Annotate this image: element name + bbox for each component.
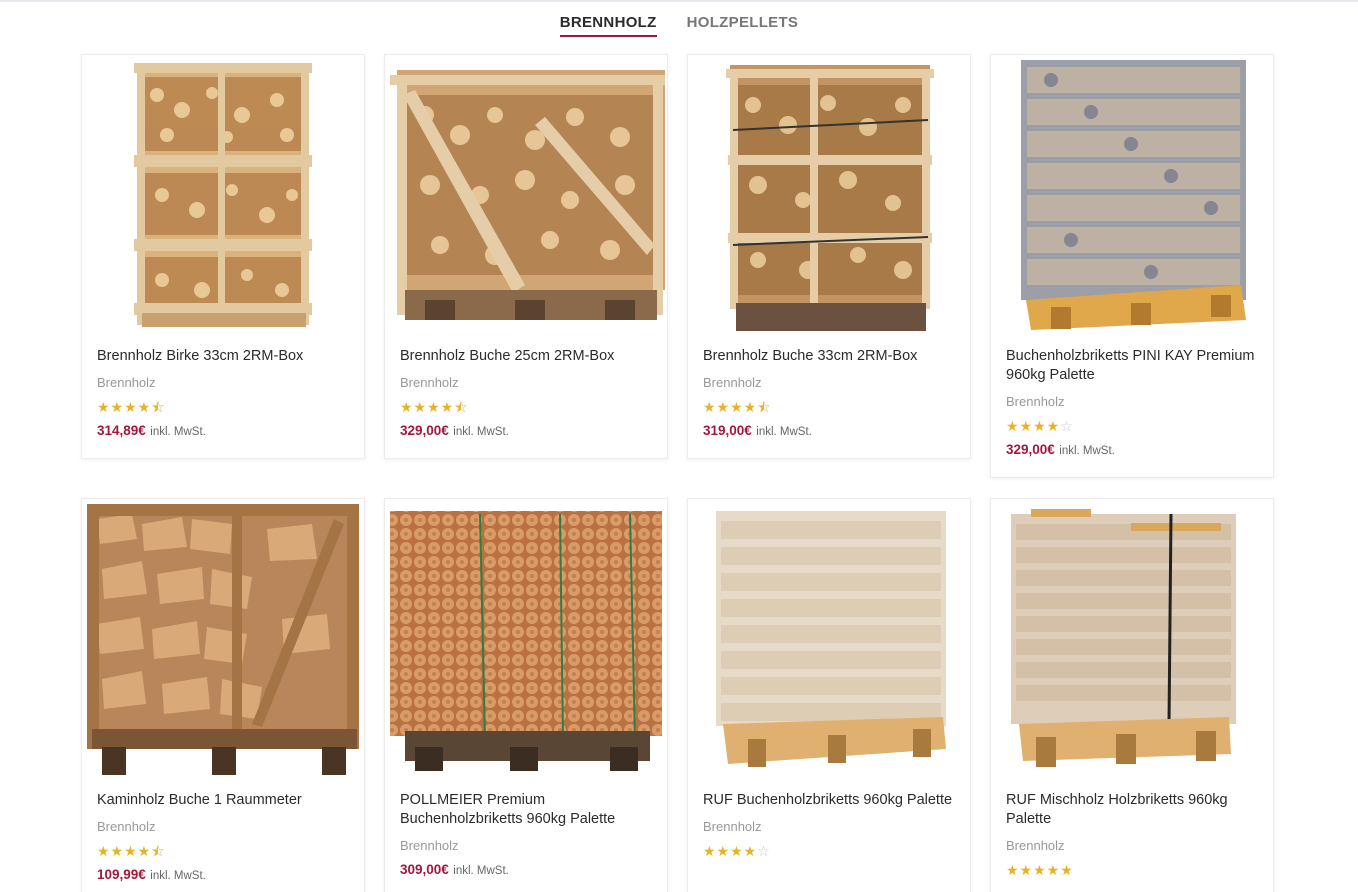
product-category[interactable]: Brennholz [703, 818, 955, 836]
top-divider [0, 0, 1358, 2]
category-tabs: BRENNHOLZ HOLZPELLETS [0, 14, 1358, 37]
rating-stars: ★★★★★ [1006, 862, 1074, 878]
product-image[interactable] [688, 55, 970, 335]
product-category[interactable]: Brennholz [703, 374, 955, 392]
product-price: 309,00€ inkl. MwSt. [400, 862, 509, 877]
product-price: 329,00€ inkl. MwSt. [400, 423, 509, 438]
product-price: 329,00€ inkl. MwSt. [1006, 442, 1115, 457]
product-category[interactable]: Brennholz [97, 818, 349, 836]
product-title[interactable]: Brennholz Birke 33cm 2RM-Box [97, 347, 349, 366]
product-title[interactable]: Kaminholz Buche 1 Raummeter [97, 791, 349, 810]
rating-stars: ★★★★☆ [703, 843, 771, 859]
product-card[interactable]: RUF Mischholz Holzbriketts 960kg Palette… [990, 498, 1274, 892]
product-title[interactable]: Brennholz Buche 25cm 2RM-Box [400, 347, 652, 366]
product-category[interactable]: Brennholz [400, 374, 652, 392]
rating-stars: ★★★★⯪ [97, 843, 166, 859]
product-card[interactable]: Brennholz Buche 25cm 2RM-Box Brennholz ★… [384, 54, 668, 459]
product-title[interactable]: RUF Buchenholzbriketts 960kg Palette [703, 791, 955, 810]
product-image[interactable] [82, 55, 364, 335]
product-card[interactable]: POLLMEIER Premium Buchenholzbriketts 960… [384, 498, 668, 892]
tab-brennholz[interactable]: BRENNHOLZ [559, 14, 657, 37]
product-card[interactable]: RUF Buchenholzbriketts 960kg Palette Bre… [687, 498, 971, 892]
product-category[interactable]: Brennholz [1006, 837, 1258, 855]
product-card[interactable]: Kaminholz Buche 1 Raummeter Brennholz ★★… [81, 498, 365, 892]
rating-stars: ★★★★☆ [1006, 418, 1074, 434]
product-category[interactable]: Brennholz [1006, 393, 1258, 411]
product-price: 314,89€ inkl. MwSt. [97, 423, 206, 438]
rating-stars: ★★★★⯪ [400, 399, 469, 415]
rating-stars: ★★★★⯪ [97, 399, 166, 415]
product-card[interactable]: Brennholz Buche 33cm 2RM-Box Brennholz ★… [687, 54, 971, 459]
product-price: 109,99€ inkl. MwSt. [97, 867, 206, 882]
product-image[interactable] [385, 55, 667, 335]
tab-holzpellets[interactable]: HOLZPELLETS [687, 14, 799, 37]
product-image[interactable] [991, 55, 1273, 335]
product-image[interactable] [688, 499, 970, 779]
product-image[interactable] [991, 499, 1273, 779]
product-title[interactable]: Brennholz Buche 33cm 2RM-Box [703, 347, 955, 366]
rating-stars: ★★★★⯪ [703, 399, 772, 415]
product-title[interactable]: RUF Mischholz Holzbriketts 960kg Palette [1006, 791, 1258, 829]
product-image[interactable] [82, 499, 364, 779]
product-category[interactable]: Brennholz [400, 837, 652, 855]
product-title[interactable]: Buchenholzbriketts PINI KAY Premium 960k… [1006, 347, 1258, 385]
product-title[interactable]: POLLMEIER Premium Buchenholzbriketts 960… [400, 791, 652, 829]
product-card[interactable]: Buchenholzbriketts PINI KAY Premium 960k… [990, 54, 1274, 478]
product-price: 319,00€ inkl. MwSt. [703, 423, 812, 438]
product-image[interactable] [385, 499, 667, 779]
product-card[interactable]: Brennholz Birke 33cm 2RM-Box Brennholz ★… [81, 54, 365, 459]
product-category[interactable]: Brennholz [97, 374, 349, 392]
